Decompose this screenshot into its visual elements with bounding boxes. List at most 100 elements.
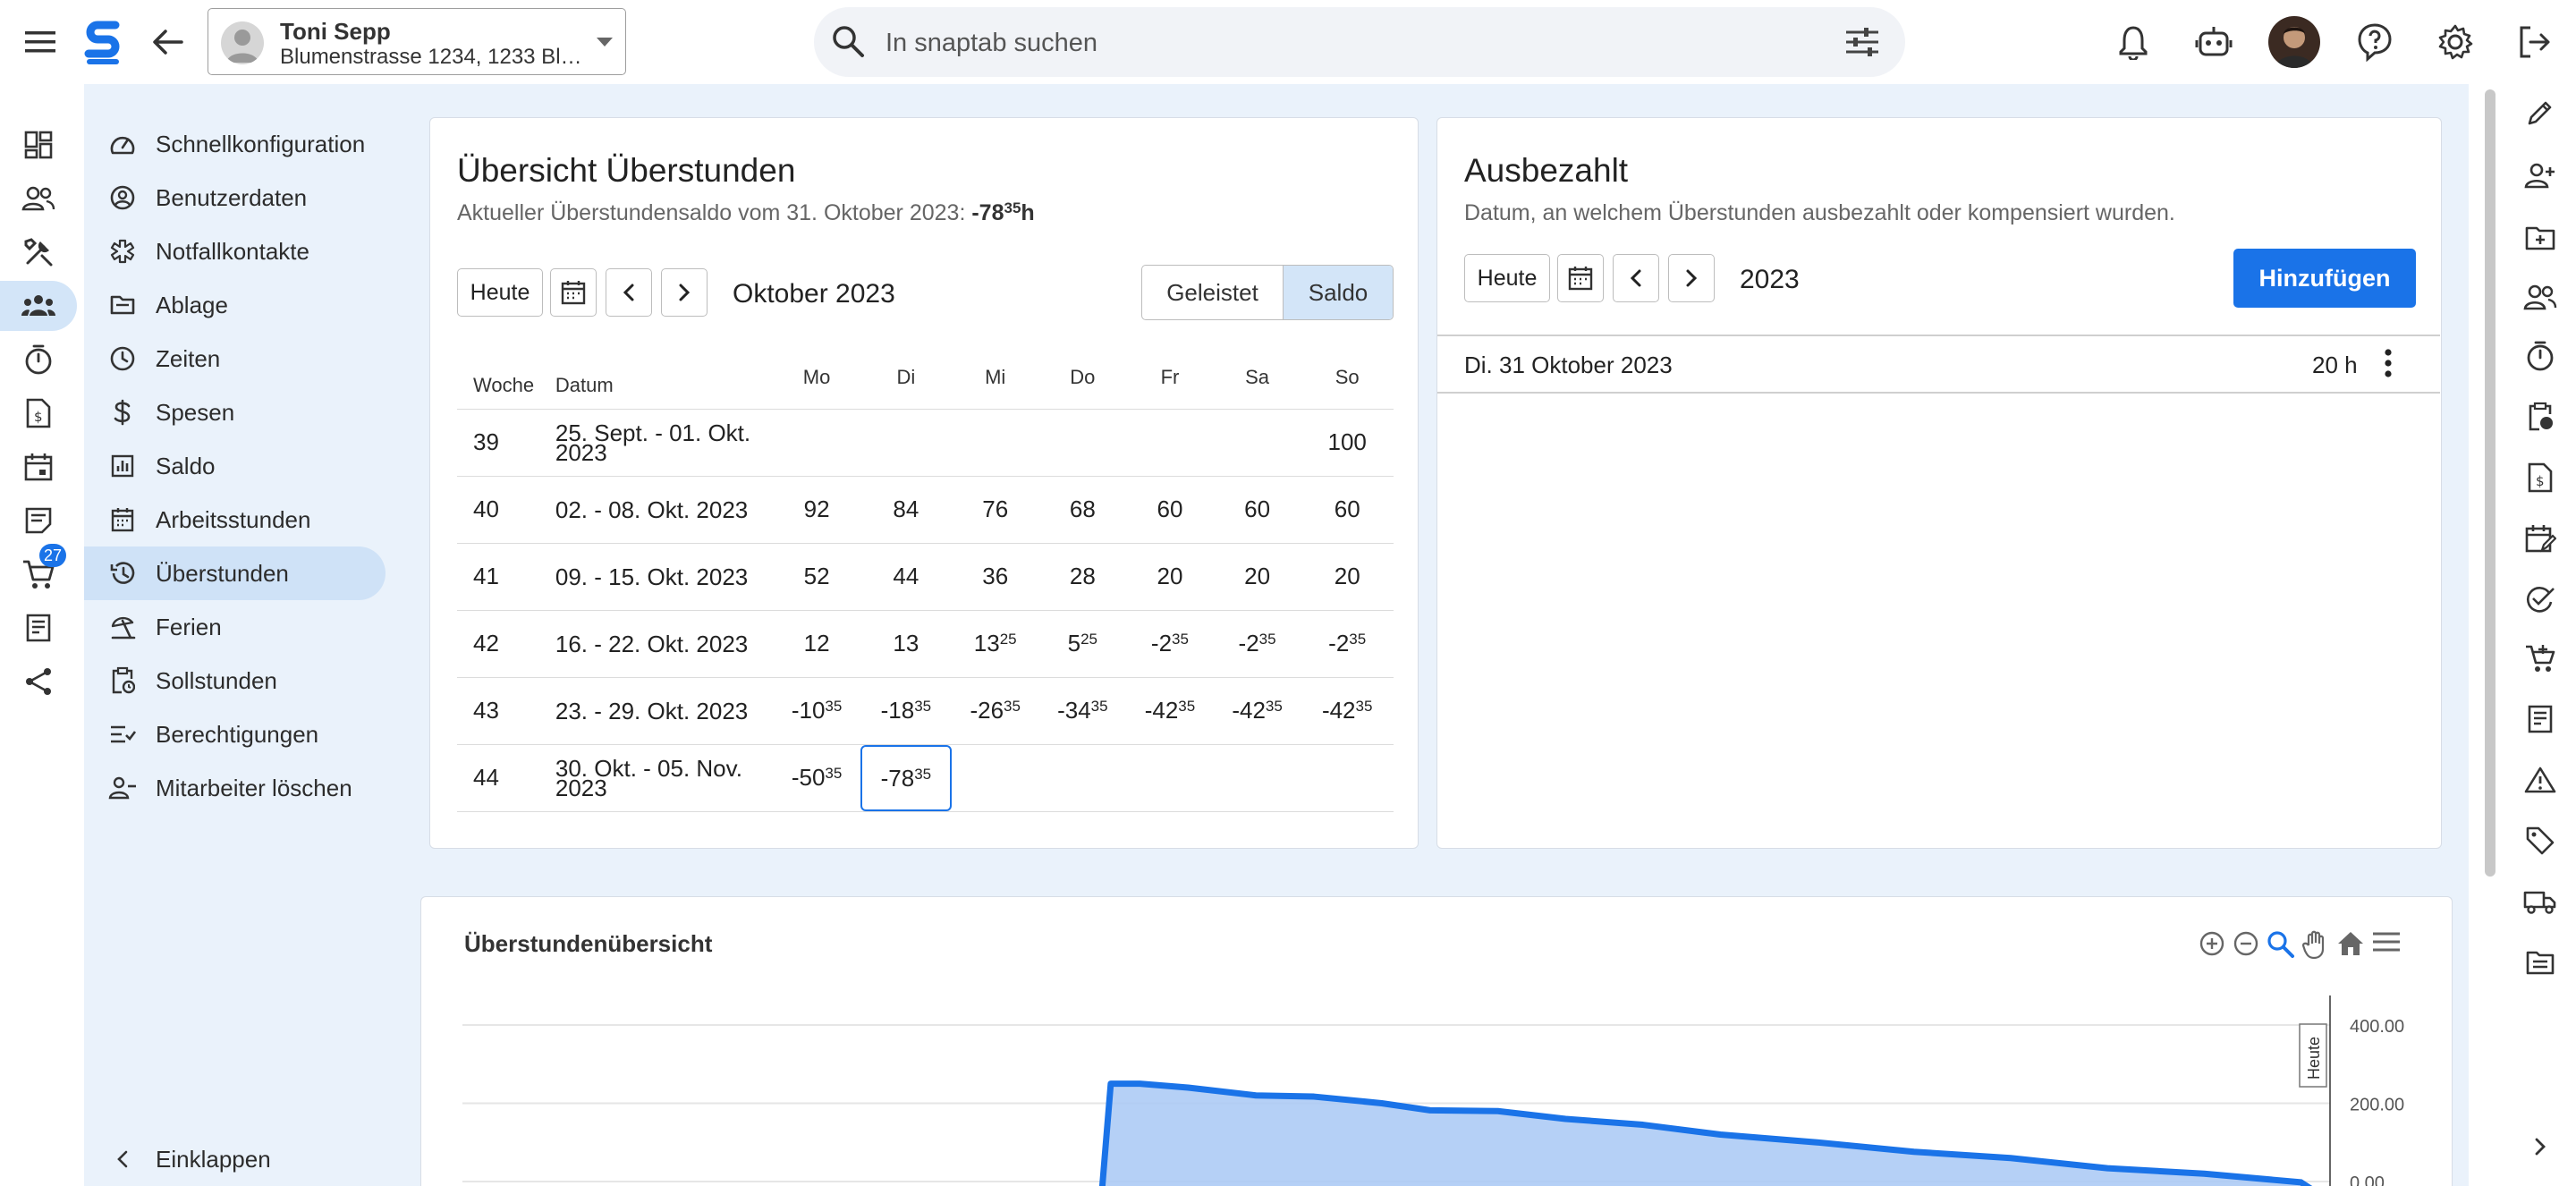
toggle-saldo[interactable]: Saldo xyxy=(1284,266,1393,319)
search-bar[interactable]: In snaptab suchen xyxy=(814,7,1905,77)
subnav-item-ferien[interactable]: Ferien xyxy=(84,600,386,654)
add-person-icon[interactable] xyxy=(2521,156,2560,195)
truck-icon[interactable] xyxy=(2521,882,2560,921)
next-month-button[interactable] xyxy=(661,268,708,317)
home-icon[interactable] xyxy=(2335,929,2366,960)
tag-icon[interactable] xyxy=(2521,821,2560,860)
menu-icon[interactable] xyxy=(16,18,64,66)
day-saldo-cell[interactable]: 1325 xyxy=(951,609,1039,677)
robot-icon[interactable] xyxy=(2190,18,2238,66)
subnav-item-zeiten[interactable]: Zeiten xyxy=(84,332,386,385)
invoice-icon[interactable]: $ xyxy=(2521,458,2560,497)
calendar-picker-button[interactable] xyxy=(550,268,597,317)
subnav-item-saldo[interactable]: Saldo xyxy=(84,439,386,493)
profile-avatar[interactable] xyxy=(2268,16,2320,68)
pan-hand-icon[interactable] xyxy=(2301,929,2330,960)
back-arrow-icon[interactable] xyxy=(143,18,191,66)
prev-month-button[interactable] xyxy=(606,268,652,317)
subnav-item-berechtigungen[interactable]: Berechtigungen xyxy=(84,707,386,761)
zoom-in-icon[interactable] xyxy=(2198,929,2226,960)
check-clock-icon[interactable] xyxy=(2521,580,2560,619)
invoice-icon[interactable]: $ xyxy=(0,388,77,438)
day-saldo-cell[interactable]: 60 xyxy=(1301,475,1394,543)
subnav-item-notfallkontakte[interactable]: Notfallkontakte xyxy=(84,224,386,278)
stopwatch-icon[interactable] xyxy=(0,335,77,385)
notes-icon[interactable] xyxy=(0,496,77,546)
next-year-button[interactable] xyxy=(1668,254,1715,302)
folder-list-icon[interactable] xyxy=(2521,943,2560,982)
user-select[interactable]: Toni Sepp Blumenstrasse 1234, 1233 Blume… xyxy=(208,8,626,75)
day-saldo-cell[interactable]: -235 xyxy=(1301,609,1394,677)
clipboard-clock-icon[interactable] xyxy=(2521,397,2560,436)
subnav-item-schnellkonfiguration[interactable]: Schnellkonfiguration xyxy=(84,117,386,171)
calendar-edit-icon[interactable] xyxy=(2521,519,2560,558)
day-saldo-cell[interactable]: -1035 xyxy=(773,676,860,744)
selected-day-cell[interactable]: -7835 xyxy=(860,744,952,811)
day-saldo-cell[interactable]: 76 xyxy=(951,475,1039,543)
magnifier-icon[interactable] xyxy=(2266,929,2296,960)
payout-entry-row[interactable]: Di. 31 Oktober 2023 20 h xyxy=(1437,336,2440,392)
calendar-event-icon[interactable] xyxy=(0,442,77,492)
day-saldo-cell[interactable]: 36 xyxy=(951,542,1039,610)
settings-gear-icon[interactable] xyxy=(2431,18,2479,66)
dashboard-icon[interactable] xyxy=(0,120,77,170)
day-saldo-cell[interactable]: -7835 xyxy=(860,743,952,812)
day-saldo-cell[interactable]: 60 xyxy=(1126,475,1214,543)
subnav-item-ablage[interactable]: Ablage xyxy=(84,278,386,332)
payout-today-button[interactable]: Heute xyxy=(1464,254,1550,302)
folder-add-icon[interactable] xyxy=(2521,218,2560,258)
subnav-item-ueberstunden[interactable]: Überstunden xyxy=(84,546,386,600)
day-saldo-cell[interactable]: 12 xyxy=(773,609,860,677)
zoom-out-icon[interactable] xyxy=(2232,929,2260,960)
filter-sliders-icon[interactable] xyxy=(1844,25,1880,59)
chevron-right-icon[interactable] xyxy=(2521,1127,2560,1166)
pencil-icon[interactable] xyxy=(2521,93,2560,132)
collapse-button[interactable]: Einklappen xyxy=(84,1132,386,1186)
day-saldo-cell[interactable]: -4235 xyxy=(1301,676,1394,744)
toggle-geleistet[interactable]: Geleistet xyxy=(1142,266,1284,319)
day-saldo-cell[interactable]: 100 xyxy=(1301,408,1394,476)
more-vert-icon[interactable] xyxy=(2384,347,2393,379)
day-saldo-cell[interactable]: 60 xyxy=(1213,475,1301,543)
bell-icon[interactable] xyxy=(2109,18,2157,66)
payout-calendar-button[interactable] xyxy=(1557,254,1604,302)
people-add-icon[interactable] xyxy=(2521,277,2560,317)
snaptab-logo[interactable] xyxy=(79,18,127,66)
day-saldo-cell[interactable]: -4235 xyxy=(1213,676,1301,744)
day-saldo-cell[interactable]: -3435 xyxy=(1038,676,1127,744)
day-saldo-cell[interactable]: -2635 xyxy=(951,676,1039,744)
subnav-item-sollstunden[interactable]: Sollstunden xyxy=(84,654,386,707)
tools-icon[interactable] xyxy=(0,227,77,277)
day-saldo-cell[interactable]: 28 xyxy=(1038,542,1127,610)
logout-icon[interactable] xyxy=(2510,18,2558,66)
share-icon[interactable] xyxy=(0,657,77,707)
warning-icon[interactable] xyxy=(2521,760,2560,800)
day-saldo-cell[interactable]: 13 xyxy=(860,609,952,677)
cart-icon[interactable]: 27 xyxy=(0,544,77,599)
subnav-item-arbeitsstunden[interactable]: Arbeitsstunden xyxy=(84,493,386,546)
day-saldo-cell[interactable]: 20 xyxy=(1126,542,1214,610)
day-saldo-cell[interactable]: 44 xyxy=(860,542,952,610)
day-saldo-cell[interactable]: -235 xyxy=(1213,609,1301,677)
day-saldo-cell[interactable]: 525 xyxy=(1038,609,1127,677)
search-input[interactable]: In snaptab suchen xyxy=(886,29,1097,58)
today-button[interactable]: Heute xyxy=(457,268,543,317)
day-saldo-cell[interactable]: 52 xyxy=(773,542,860,610)
day-saldo-cell[interactable]: 20 xyxy=(1301,542,1394,610)
help-icon[interactable] xyxy=(2351,18,2399,66)
day-saldo-cell[interactable]: 84 xyxy=(860,475,952,543)
subnav-item-spesen[interactable]: Spesen xyxy=(84,385,386,439)
subnav-item-benutzerdaten[interactable]: Benutzerdaten xyxy=(84,171,386,224)
subnav-item-mitarbeiter-loeschen[interactable]: Mitarbeiter löschen xyxy=(84,761,386,815)
day-saldo-cell[interactable]: 20 xyxy=(1213,542,1301,610)
day-saldo-cell[interactable]: 92 xyxy=(773,475,860,543)
scrollbar[interactable] xyxy=(2485,89,2496,877)
prev-year-button[interactable] xyxy=(1613,254,1659,302)
chart-menu-icon[interactable] xyxy=(2371,929,2402,960)
receipt-icon[interactable] xyxy=(2521,699,2560,739)
receipt-icon[interactable] xyxy=(0,603,77,653)
cart-add-icon[interactable] xyxy=(2521,639,2560,678)
day-saldo-cell[interactable]: -1835 xyxy=(860,676,952,744)
day-saldo-cell[interactable]: -5035 xyxy=(773,743,860,812)
day-saldo-cell[interactable]: -4235 xyxy=(1126,676,1214,744)
